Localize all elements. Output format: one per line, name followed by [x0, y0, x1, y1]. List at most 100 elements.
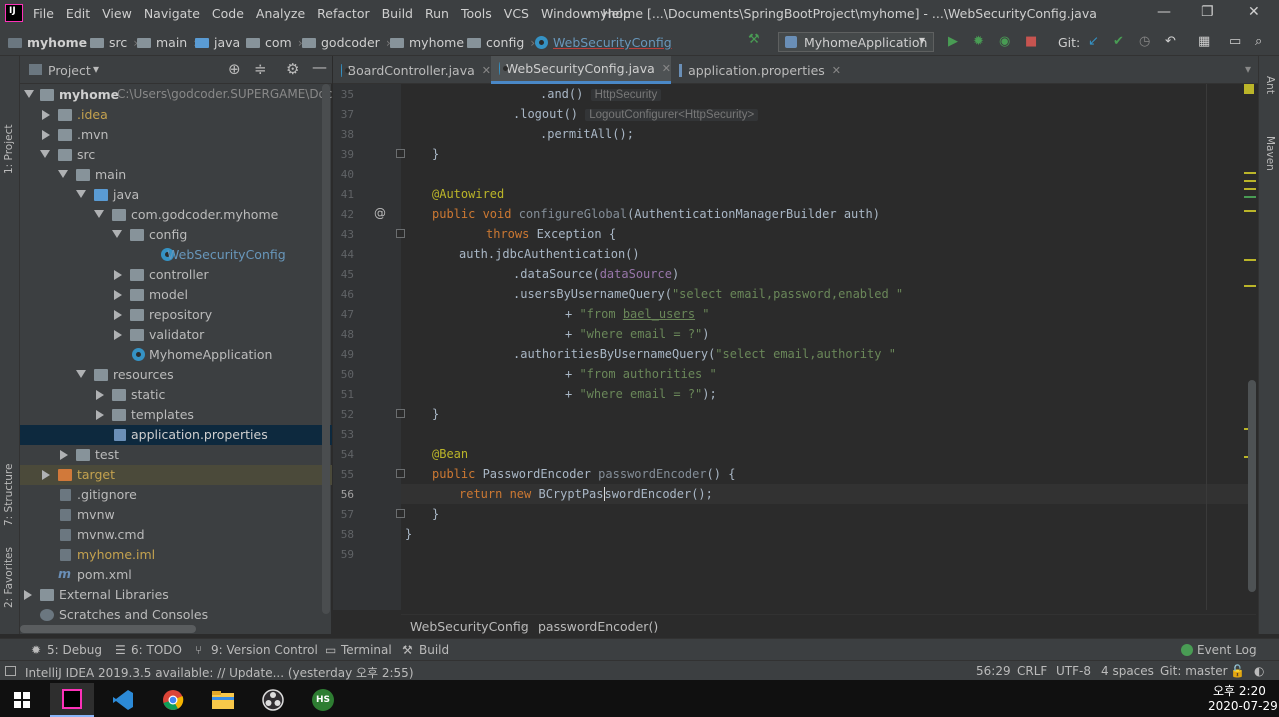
coverage-icon[interactable]: ◉ — [999, 34, 1010, 49]
tabs-dropdown-icon[interactable]: ▾ — [1245, 62, 1251, 76]
tree-item-selected[interactable]: application.properties — [20, 425, 332, 445]
fold-marker-icon[interactable] — [396, 409, 405, 418]
tree-item[interactable]: External Libraries — [20, 585, 332, 605]
tree-item[interactable]: .gitignore — [20, 485, 332, 505]
fold-marker-icon[interactable] — [396, 469, 405, 478]
debug-icon[interactable]: ✹ — [973, 34, 984, 49]
tree-item[interactable]: m pom.xml — [20, 565, 332, 585]
terminal-window-icon[interactable]: ▭ — [1229, 34, 1241, 49]
breadcrumb-method[interactable]: passwordEncoder() — [538, 619, 658, 634]
tree-item[interactable]: com.godcoder.myhome — [20, 205, 332, 225]
crumb-myhome-pkg[interactable]: myhome› — [390, 35, 475, 50]
project-vertical-scrollbar[interactable] — [322, 84, 330, 614]
file-explorer-taskbar-icon[interactable] — [201, 683, 245, 717]
favorites-tool-tab[interactable]: 2: Favorites — [3, 547, 15, 608]
fold-marker-icon[interactable] — [396, 229, 405, 238]
layout-toggle-icon[interactable] — [5, 666, 16, 676]
tree-item[interactable]: mvnw.cmd — [20, 525, 332, 545]
tab-boardcontroller[interactable]: BoardController.java ✕ — [333, 56, 491, 84]
menu-tools[interactable]: Tools — [461, 6, 492, 21]
tree-item[interactable]: main — [20, 165, 332, 185]
menu-refactor[interactable]: Refactor — [317, 6, 369, 21]
fold-marker-icon[interactable] — [396, 509, 405, 518]
memory-indicator-icon[interactable]: ◐ — [1254, 664, 1264, 678]
line-separator[interactable]: CRLF — [1017, 664, 1047, 678]
tree-item[interactable]: repository — [20, 305, 332, 325]
close-tab-icon[interactable]: ✕ — [662, 62, 671, 75]
tree-item[interactable]: java — [20, 185, 332, 205]
vscode-taskbar-icon[interactable] — [101, 683, 145, 717]
tab-websecurityconfig[interactable]: WebSecurityConfig.java ✕ — [491, 56, 671, 84]
taskbar-date[interactable]: 2020-07-29 — [1208, 699, 1278, 713]
collapse-all-icon[interactable]: ≑ — [254, 60, 267, 78]
project-tool-tab[interactable]: 1: Project — [3, 125, 15, 174]
crumb-websecurityconfig[interactable]: WebSecurityConfig — [535, 35, 672, 50]
tree-item[interactable]: validator — [20, 325, 332, 345]
structure-tool-tab[interactable]: 7: Structure — [3, 464, 15, 526]
menu-navigate[interactable]: Navigate — [144, 6, 200, 21]
build-tool-tab[interactable]: Build — [419, 643, 449, 657]
tree-item[interactable]: controller — [20, 265, 332, 285]
menu-window[interactable]: Window — [541, 6, 590, 21]
tree-item[interactable]: src — [20, 145, 332, 165]
stop-icon[interactable]: ■ — [1025, 34, 1037, 49]
hide-panel-icon[interactable]: — — [312, 58, 327, 76]
git-update-icon[interactable]: ↙ — [1088, 34, 1099, 49]
git-rollback-icon[interactable]: ↶ — [1165, 34, 1176, 49]
close-icon[interactable]: ✕ — [1248, 4, 1260, 20]
tree-item[interactable]: config — [20, 225, 332, 245]
vcs-tool-tab[interactable]: 9: Version Control — [211, 643, 318, 657]
close-tab-icon[interactable]: ✕ — [482, 64, 491, 77]
maven-tool-tab[interactable]: Maven — [1264, 136, 1276, 171]
caret-position[interactable]: 56:29 — [976, 664, 1011, 678]
tree-item[interactable]: .mvn — [20, 125, 332, 145]
search-icon[interactable]: ⌕ — [1255, 34, 1262, 49]
git-branch[interactable]: Git: master — [1160, 664, 1228, 678]
tree-item[interactable]: mvnw — [20, 505, 332, 525]
fold-marker-icon[interactable] — [396, 149, 405, 158]
tree-item[interactable]: templates — [20, 405, 332, 425]
tree-item[interactable]: MyhomeApplication — [20, 345, 332, 365]
status-message[interactable]: IntelliJ IDEA 2019.3.5 available: // Upd… — [25, 664, 414, 681]
locate-icon[interactable]: ⊕ — [228, 60, 241, 78]
tab-application-properties[interactable]: application.properties ✕ — [671, 56, 841, 84]
project-view-select[interactable]: Project — [48, 63, 91, 78]
tree-item[interactable]: model — [20, 285, 332, 305]
editor-scrollbar[interactable] — [1248, 380, 1256, 592]
gear-icon[interactable]: ⚙ — [286, 60, 299, 78]
tree-item[interactable]: resources — [20, 365, 332, 385]
tree-item[interactable]: WebSecurityConfig — [20, 245, 332, 265]
taskbar-time[interactable]: 오후 2:20 — [1213, 682, 1266, 699]
warning-indicator-icon[interactable] — [1244, 84, 1254, 94]
menu-edit[interactable]: Edit — [66, 6, 90, 21]
crumb-main[interactable]: main› — [137, 35, 198, 50]
tree-item[interactable]: Scratches and Consoles — [20, 605, 332, 625]
lock-icon[interactable]: 🔓 — [1230, 664, 1245, 678]
crumb-com[interactable]: com › — [246, 35, 303, 50]
crumb-config[interactable]: config › — [467, 35, 535, 50]
crumb-godcoder[interactable]: godcoder › — [302, 35, 391, 50]
menu-view[interactable]: View — [102, 6, 132, 21]
menu-vcs[interactable]: VCS — [504, 6, 529, 21]
crumb-src[interactable]: src › — [90, 35, 138, 50]
file-encoding[interactable]: UTF-8 — [1056, 664, 1091, 678]
terminal-tool-tab[interactable]: Terminal — [341, 643, 392, 657]
chevron-down-icon[interactable]: ▾ — [93, 62, 99, 76]
tree-root[interactable]: myhome C:\Users\godcoder.SUPERGAME\Doc — [20, 85, 333, 105]
minimize-icon[interactable]: — — [1157, 4, 1171, 20]
tree-item[interactable]: myhome.iml — [20, 545, 332, 565]
menu-build[interactable]: Build — [382, 6, 413, 21]
crumb-java[interactable]: java› — [195, 35, 251, 50]
tree-item[interactable]: static — [20, 385, 332, 405]
tree-item[interactable]: .idea — [20, 105, 332, 125]
git-history-icon[interactable]: ◷ — [1139, 34, 1150, 49]
git-commit-icon[interactable]: ✔ — [1113, 34, 1124, 49]
debug-tool-tab[interactable]: 5: Debug — [47, 643, 102, 657]
menu-analyze[interactable]: Analyze — [256, 6, 305, 21]
close-tab-icon[interactable]: ✕ — [832, 64, 841, 77]
event-log-tool-tab[interactable]: Event Log — [1197, 643, 1257, 657]
restore-icon[interactable]: ❐ — [1201, 4, 1214, 20]
build-hammer-icon[interactable]: ⚒ — [748, 32, 760, 47]
intellij-taskbar-icon[interactable] — [50, 683, 94, 717]
crumb-myhome[interactable]: myhome› — [8, 35, 98, 50]
